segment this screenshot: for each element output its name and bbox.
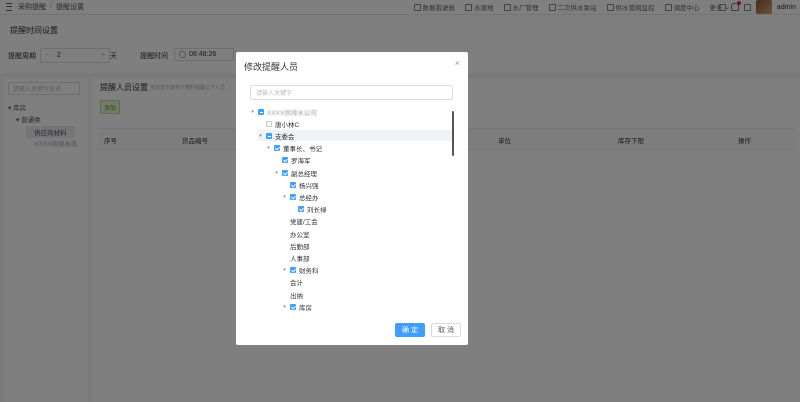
tree-node[interactable]: 人事部 (282, 252, 454, 263)
checkbox[interactable] (290, 267, 296, 274)
chevron-down-icon[interactable]: ▾ (258, 133, 263, 139)
chevron-down-icon[interactable]: ▾ (282, 304, 287, 310)
checkbox[interactable] (258, 108, 264, 115)
tree-node-label: 副总经理 (291, 170, 317, 178)
cancel-button[interactable]: 取 消 (431, 323, 461, 337)
checkbox[interactable] (282, 157, 288, 164)
tree-node[interactable]: 杨兴强 (282, 179, 454, 190)
chevron-down-icon[interactable]: ▾ (250, 109, 255, 115)
chevron-down-icon[interactable]: ▾ (266, 145, 271, 151)
person-search-input[interactable]: 请输入关键字 (250, 85, 453, 100)
tree-node-label: 刘长禄 (307, 207, 327, 215)
dialog-title: 修改提醒人员 (244, 62, 299, 72)
tree-node[interactable]: 刘长禄 (290, 204, 454, 215)
confirm-button[interactable]: 确 定 (395, 323, 425, 337)
chevron-down-icon[interactable]: ▾ (282, 267, 287, 273)
edit-reminder-dialog: 修改提醒人员 × 请输入关键字 ▾ XXXX供排水公司唐小林C ▾ 支委会 ▾ 董事长、书… (236, 52, 468, 345)
tree-node-label: 董事长、书记 (283, 146, 322, 154)
tree-node[interactable]: 党建/工会 (282, 216, 454, 227)
tree-node[interactable]: 会计 (282, 277, 454, 288)
checkbox[interactable] (298, 206, 304, 213)
tree-node-label: 人事部 (290, 255, 310, 263)
tree-node[interactable]: ▾ 支委会 (258, 130, 454, 142)
tree-node-label: 罗海军 (291, 158, 311, 166)
chevron-down-icon[interactable]: ▾ (274, 170, 279, 176)
tree-node[interactable]: ▾ XXXX供排水公司 (250, 106, 454, 117)
tree-node[interactable]: 出纳 (282, 289, 454, 300)
tree-node[interactable]: 后勤部 (282, 240, 454, 251)
tree-node-label: 党建/工会 (290, 219, 318, 227)
tree-node-label: 杨兴强 (299, 182, 319, 190)
checkbox[interactable] (266, 120, 272, 127)
tree-node[interactable]: 罗海军 (274, 155, 454, 166)
tree-node[interactable]: ▾ 财务科 (282, 265, 454, 276)
close-icon[interactable]: × (455, 58, 460, 68)
tree-node-label: 总经办 (299, 194, 319, 202)
tree-node-label: XXXX供排水公司 (267, 109, 317, 117)
tree-node-label: 库房 (299, 304, 312, 312)
tree-node-label: 支委会 (275, 133, 295, 141)
tree-node[interactable]: 唐小林C (258, 118, 454, 129)
tree-node-label: 出纳 (290, 292, 303, 300)
tree-node[interactable]: ▾ 副总经理 (274, 167, 454, 178)
tree-node[interactable]: ▾ 董事长、书记 (266, 143, 454, 154)
chevron-down-icon[interactable]: ▾ (282, 194, 287, 200)
checkbox[interactable] (274, 145, 280, 152)
tree-node-label: 唐小林C (275, 121, 300, 129)
tree-node-label: 会计 (290, 280, 303, 288)
tree-node[interactable]: ▾ 总经办 (282, 191, 454, 202)
tree-node-label: 办公室 (290, 231, 310, 239)
checkbox[interactable] (282, 169, 288, 176)
checkbox[interactable] (290, 303, 296, 310)
scrollbar[interactable] (452, 111, 454, 156)
tree-node[interactable]: ▾ 库房 (282, 301, 454, 312)
tree-node[interactable]: 办公室 (282, 228, 454, 239)
tree-node-label: 后勤部 (290, 243, 310, 251)
checkbox[interactable] (266, 132, 272, 139)
checkbox[interactable] (290, 181, 296, 188)
checkbox[interactable] (290, 193, 296, 200)
tree-node-label: 财务科 (299, 268, 319, 276)
